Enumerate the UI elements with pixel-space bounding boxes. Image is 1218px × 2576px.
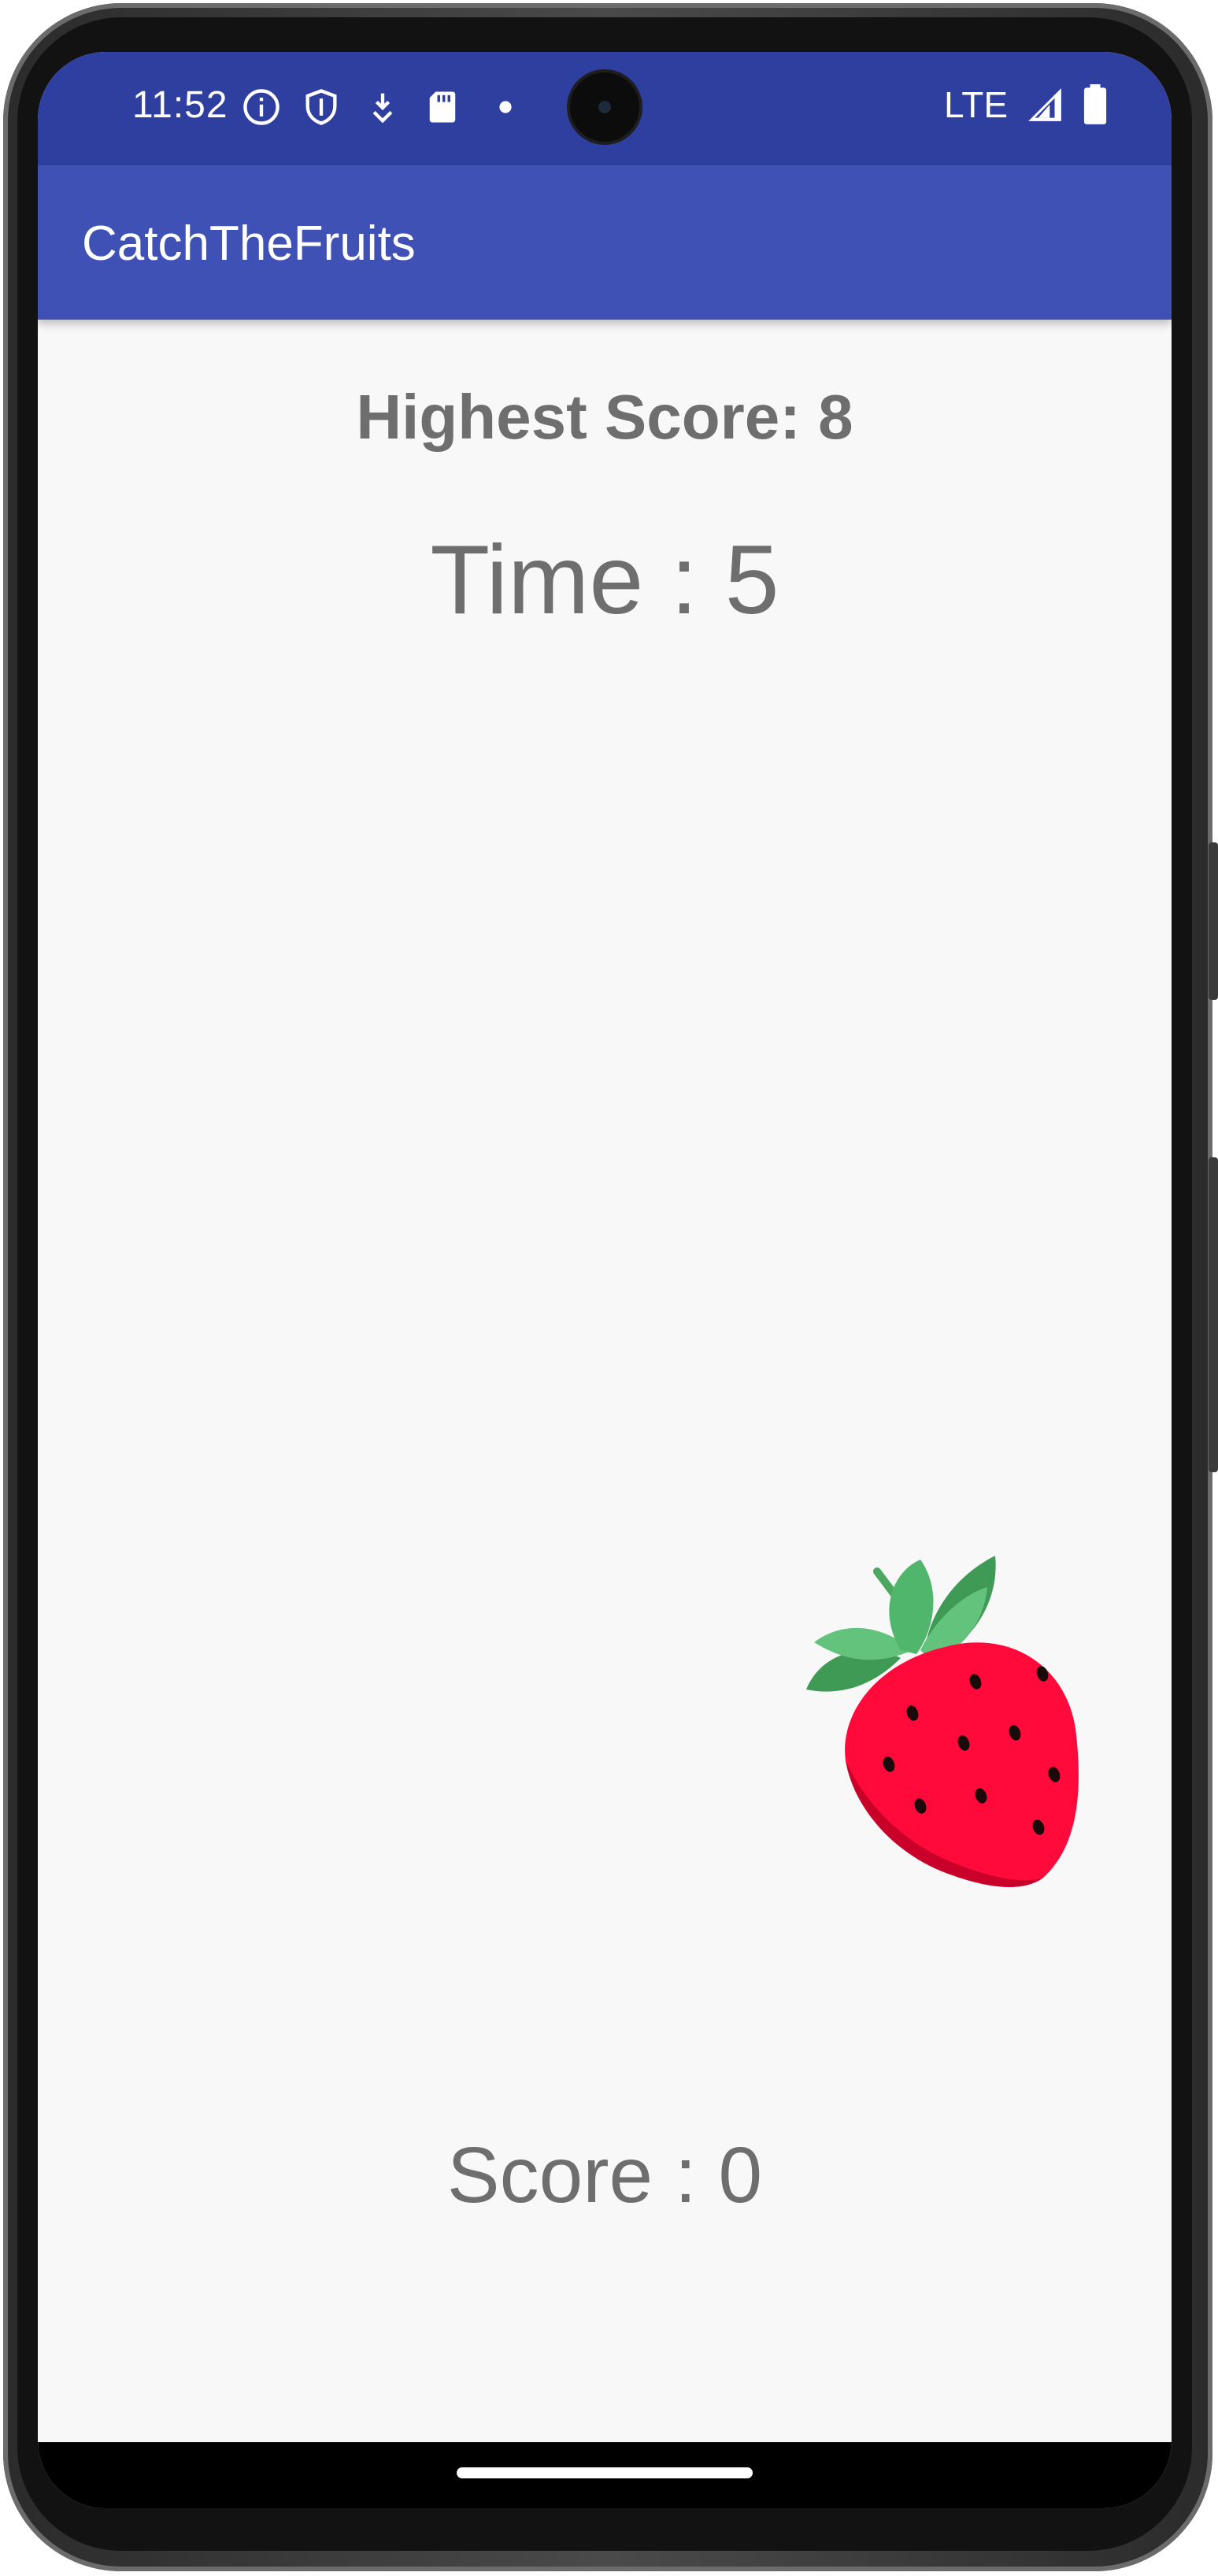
app-toolbar: CatchTheFruits: [38, 165, 1172, 320]
home-gesture-handle[interactable]: [457, 2467, 753, 2478]
app-title: CatchTheFruits: [82, 217, 416, 271]
highest-score-label: Highest Score: 8: [356, 382, 853, 452]
screen: 11:52 LTE CatchTheFruits Highest Score: …: [38, 52, 1172, 2508]
score-label: Score : 0: [446, 2131, 763, 2219]
shield-icon: [305, 89, 337, 125]
strawberry-icon[interactable]: [783, 1556, 1098, 1894]
status-time: 11:52: [132, 84, 228, 126]
download-icon: [372, 93, 393, 124]
sd-card-icon: [429, 91, 456, 123]
signal-icon: [1028, 88, 1061, 121]
power-button: [1209, 1157, 1218, 1472]
network-type-label: LTE: [944, 84, 1008, 125]
info-icon: [243, 89, 280, 125]
status-right-group: LTE: [944, 83, 1109, 126]
notification-dot-icon: [499, 101, 512, 113]
battery-icon: [1083, 84, 1107, 124]
timer-label: Time : 5: [430, 526, 779, 635]
navigation-bar: [38, 2442, 1172, 2508]
front-camera: [570, 72, 639, 142]
status-bar: 11:52 LTE: [38, 52, 1172, 165]
volume-button: [1209, 842, 1218, 1000]
phone-device: 11:52 LTE CatchTheFruits Highest Score: …: [0, 0, 1218, 2576]
